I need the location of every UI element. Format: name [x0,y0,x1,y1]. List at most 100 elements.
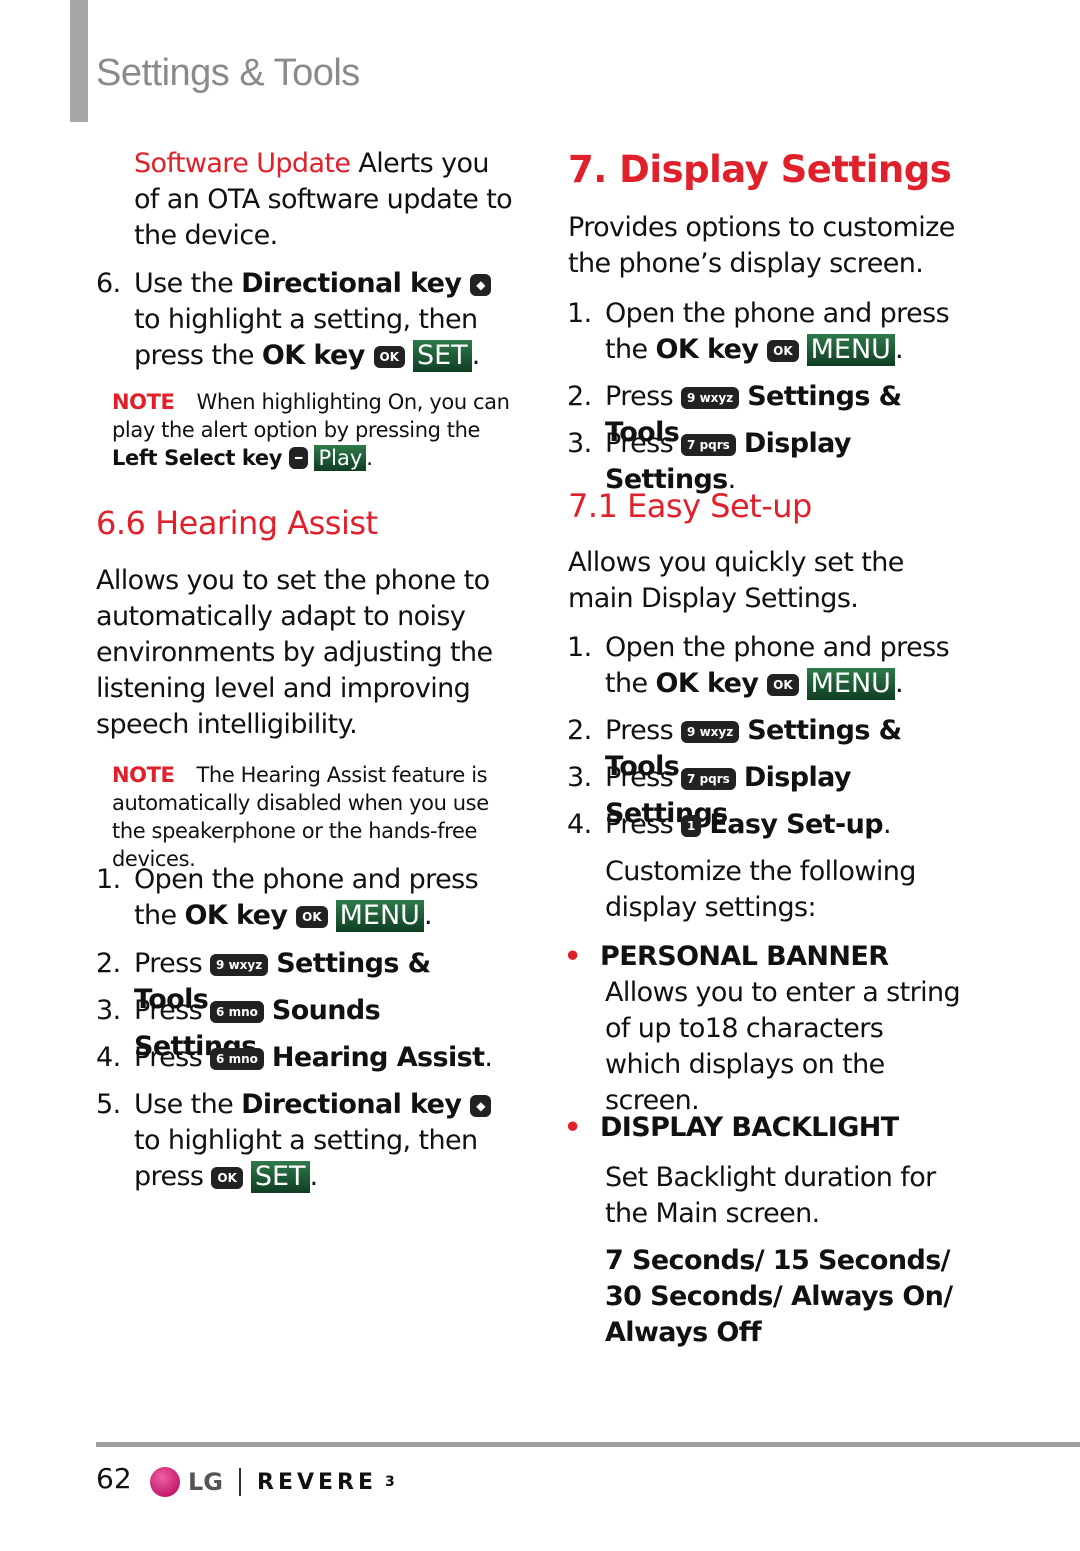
text: . [471,340,481,371]
text: . [423,900,433,931]
step-number: 6. [96,268,121,299]
bold-text: Left Select key [112,446,289,470]
lg-logo-icon [150,1467,180,1497]
text [736,428,744,459]
text: Customize the following display settings… [605,856,916,923]
bold-text: Directional key [241,1089,471,1120]
brand-logo: LG REVERE 3 [150,1467,399,1497]
text [736,762,744,793]
text [739,715,747,746]
step-number: 2. [567,715,592,746]
text: Use the [134,268,242,299]
text: . [484,1042,493,1073]
key-icon: 9 wxyz [210,954,269,976]
step-1: 1. Open the phone and press the OK key OK… [96,862,514,934]
text: Press [134,948,211,979]
text: Press [605,715,682,746]
text [268,948,276,979]
text: Use the [134,1089,242,1120]
key-icon: OK [296,906,328,928]
text: Allows you to set the phone to automatic… [96,565,493,740]
note-alert: NOTE When highlighting On, you can play t… [112,388,512,472]
bold-text: OK key [184,900,297,931]
step-5: 5. Use the Directional key ◆ to highlight… [96,1087,504,1195]
text: . [894,668,904,699]
text: 7. Display Settings [568,148,952,191]
software-update-item: Software Update Alerts you of an OTA sof… [134,146,514,254]
text: Press [605,381,682,412]
text: PERSONAL BANNER [600,941,889,972]
footer-divider [96,1442,1080,1447]
text [264,1042,272,1073]
key-icon: 9 wxyz [681,387,740,409]
backlight-options: 7 Seconds/ 15 Seconds/ 30 Seconds/ Alway… [605,1243,985,1351]
text: DISPLAY BACKLIGHT [600,1112,899,1143]
softkey-label: MENU [806,668,895,700]
step-4: 4. Press 6 mno Hearing Assist. [96,1040,514,1076]
logo-separator [239,1468,241,1496]
text: Press [605,762,682,793]
model-name: REVERE [257,1469,377,1495]
bullet-icon: • [564,1112,581,1143]
bold-text: Easy Set-up [709,809,883,840]
display-settings-description: Provides options to customize the phone’… [568,210,988,282]
text: Set Backlight duration for the Main scre… [605,1162,936,1229]
step-1: 1. Open the phone and press the OK key OK… [567,630,985,702]
text: . [366,446,373,470]
step-number: 2. [96,948,121,979]
step-number: 1. [96,864,121,895]
text [405,340,413,371]
step-4: 4. Press 1 Easy Set-up. [567,807,985,843]
manual-page: Settings & Tools Software Update Alerts … [0,0,1080,1551]
key-icon: ━ [288,447,309,469]
easy-setup-description: Allows you quickly set the main Display … [568,545,968,617]
bold-text: OK key [655,334,768,365]
step-number: 2. [567,381,592,412]
note-label: NOTE [112,390,175,414]
note-hearing-assist: NOTE The Hearing Assist feature is automa… [112,761,512,873]
key-icon: 7 pqrs [681,768,736,790]
bold-text: OK key [261,340,374,371]
step-number: 1. [567,632,592,663]
bold-text: 7 Seconds/ 15 Seconds/ 30 Seconds/ Alway… [605,1245,953,1348]
step-6: 6. Use the Directional key ◆ to highlight… [96,266,514,374]
step-1: 1. Open the phone and press the OK key OK… [567,296,985,368]
bold-text: Hearing Assist [271,1042,485,1073]
bullet-personal-banner: • PERSONAL BANNER [564,939,1000,975]
bullet-icon: • [564,941,581,972]
text: . [894,334,904,365]
page-title: Settings & Tools [96,52,360,94]
section-heading-hearing-assist: 6.6 Hearing Assist [96,505,378,541]
key-icon: 6 mno [210,1001,264,1023]
text [264,995,272,1026]
key-icon: 1 [681,815,702,837]
text: Allows you quickly set the main Display … [568,547,904,614]
key-icon: ◆ [470,274,492,296]
bold-text: Directional key [241,268,471,299]
softkey-label: SET [412,340,472,372]
key-icon: OK [373,346,405,368]
hearing-assist-description: Allows you to set the phone to automatic… [96,563,496,743]
step-number: 1. [567,298,592,329]
key-icon: OK [211,1167,243,1189]
text [243,1161,251,1192]
text: Press [134,1042,211,1073]
text: Press [134,995,211,1026]
step-number: 3. [567,428,592,459]
header-bar [70,0,88,122]
key-icon: 6 mno [210,1048,264,1070]
text: Allows you to enter a string of up to18 … [605,977,961,1116]
step-number: 4. [567,809,592,840]
text: . [882,809,892,840]
key-icon: OK [767,674,799,696]
text: Press [605,428,682,459]
text [799,668,807,699]
step-number: 4. [96,1042,121,1073]
softkey-label: Play [314,445,367,471]
bold-text: OK key [655,668,768,699]
section-heading-easy-setup: 7.1 Easy Set-up [568,488,812,524]
text [328,900,336,931]
softkey-label: SET [250,1161,310,1193]
personal-banner-description: Allows you to enter a string of up to18 … [605,975,965,1119]
step-number: 3. [96,995,121,1026]
